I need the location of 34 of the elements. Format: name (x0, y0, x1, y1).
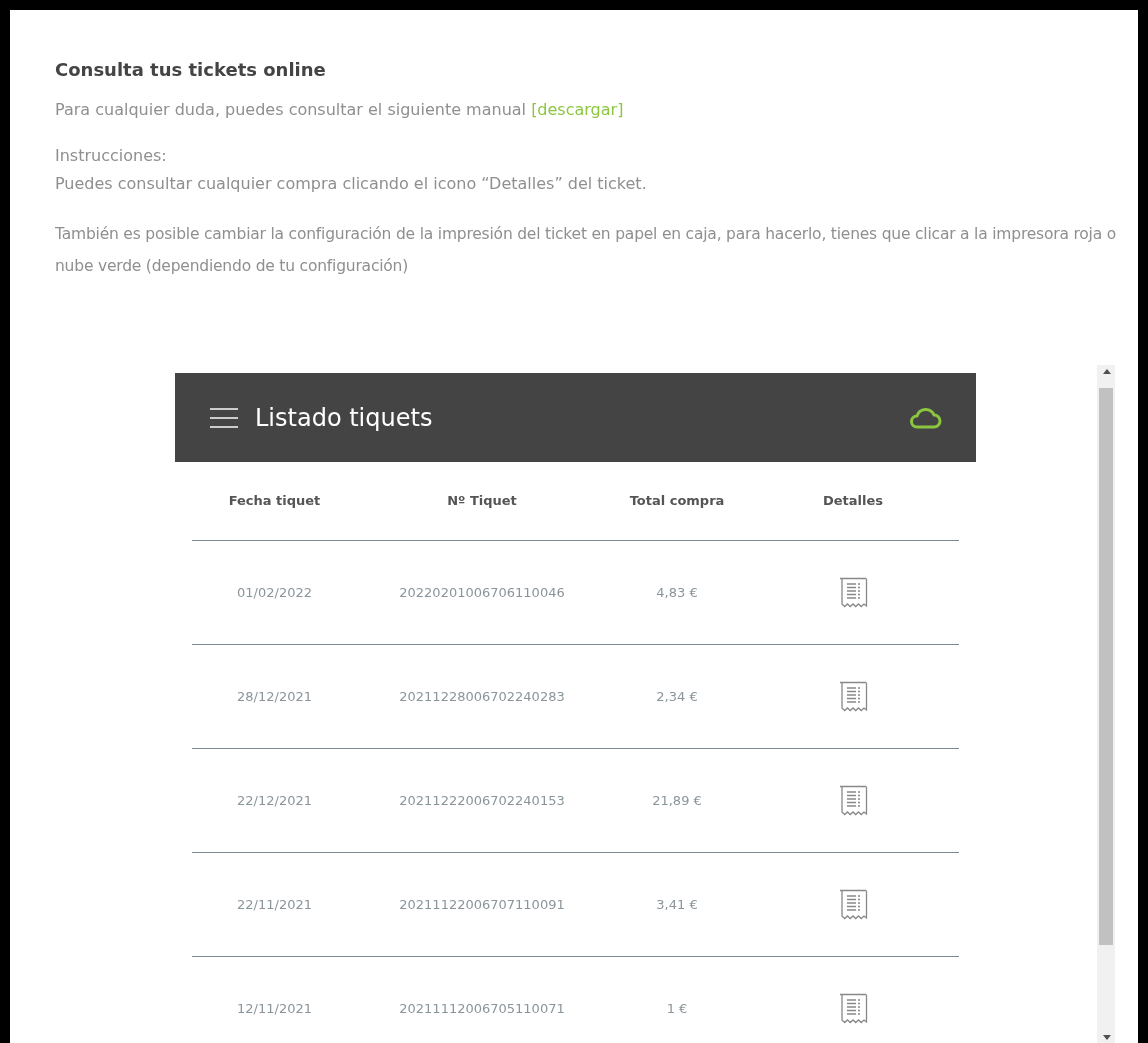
download-link[interactable]: [descargar] (531, 100, 624, 119)
date-cell-text: 22/12/2021 (237, 791, 312, 810)
total-cell-text: 3,41 € (656, 895, 698, 914)
cloud-icon[interactable] (908, 405, 942, 430)
page-title: Consulta tus tickets online (55, 58, 327, 82)
receipt-icon[interactable] (838, 888, 868, 921)
receipt-icon[interactable] (838, 576, 868, 609)
instruction-text: Puedes consultar cualquier compra clicando el icono “Detalles” del ticket. (55, 173, 648, 195)
receipt-icon[interactable] (838, 680, 868, 713)
ticket-number-cell-text: 20220201006706110046 (399, 583, 565, 602)
scrollbar[interactable] (1097, 365, 1115, 1043)
total-cell-text: 2,34 € (656, 687, 698, 706)
ticket-number-cell-text: 20211228006702240283 (399, 687, 565, 706)
total-header: Total compra (629, 492, 725, 511)
ticket-number-cell-text: 20211122006707110091 (399, 895, 565, 914)
instructions-label: Instrucciones: (55, 145, 168, 167)
intro-text: Para cualquier duda, puedes consultar el siguiente manual [descargar] (55, 99, 625, 121)
date-cell-text: 28/12/2021 (237, 687, 312, 706)
total-cell-text: 4,83 € (656, 583, 698, 602)
details-header: Detalles (822, 492, 884, 511)
ticket-number-cell-text: 20211222006702240153 (399, 791, 565, 810)
date-cell-text: 12/11/2021 (237, 1000, 312, 1019)
date-header: Fecha tiquet (228, 492, 321, 511)
ticket-number-cell-text: 20211112006705110071 (399, 1000, 565, 1019)
number-header: Nº Tiquet (447, 492, 517, 511)
total-cell-text: 1 € (666, 1000, 688, 1019)
date-cell-text: 01/02/2022 (237, 583, 312, 602)
receipt-icon[interactable] (838, 784, 868, 817)
receipt-icon[interactable] (838, 993, 868, 1025)
date-cell-text: 22/11/2021 (237, 895, 312, 914)
total-cell-text: 21,89 € (652, 791, 702, 810)
app-title: Listado tiquets (255, 402, 433, 434)
instruction-text: También es posible cambiar la configuración de la impresión del ticket en papel en caja, para hacerlo, tienes que clicar a la impresora roja o nube verde (dependiendo de tu configuración) (55, 224, 1117, 277)
menu-icon[interactable] (209, 405, 239, 430)
